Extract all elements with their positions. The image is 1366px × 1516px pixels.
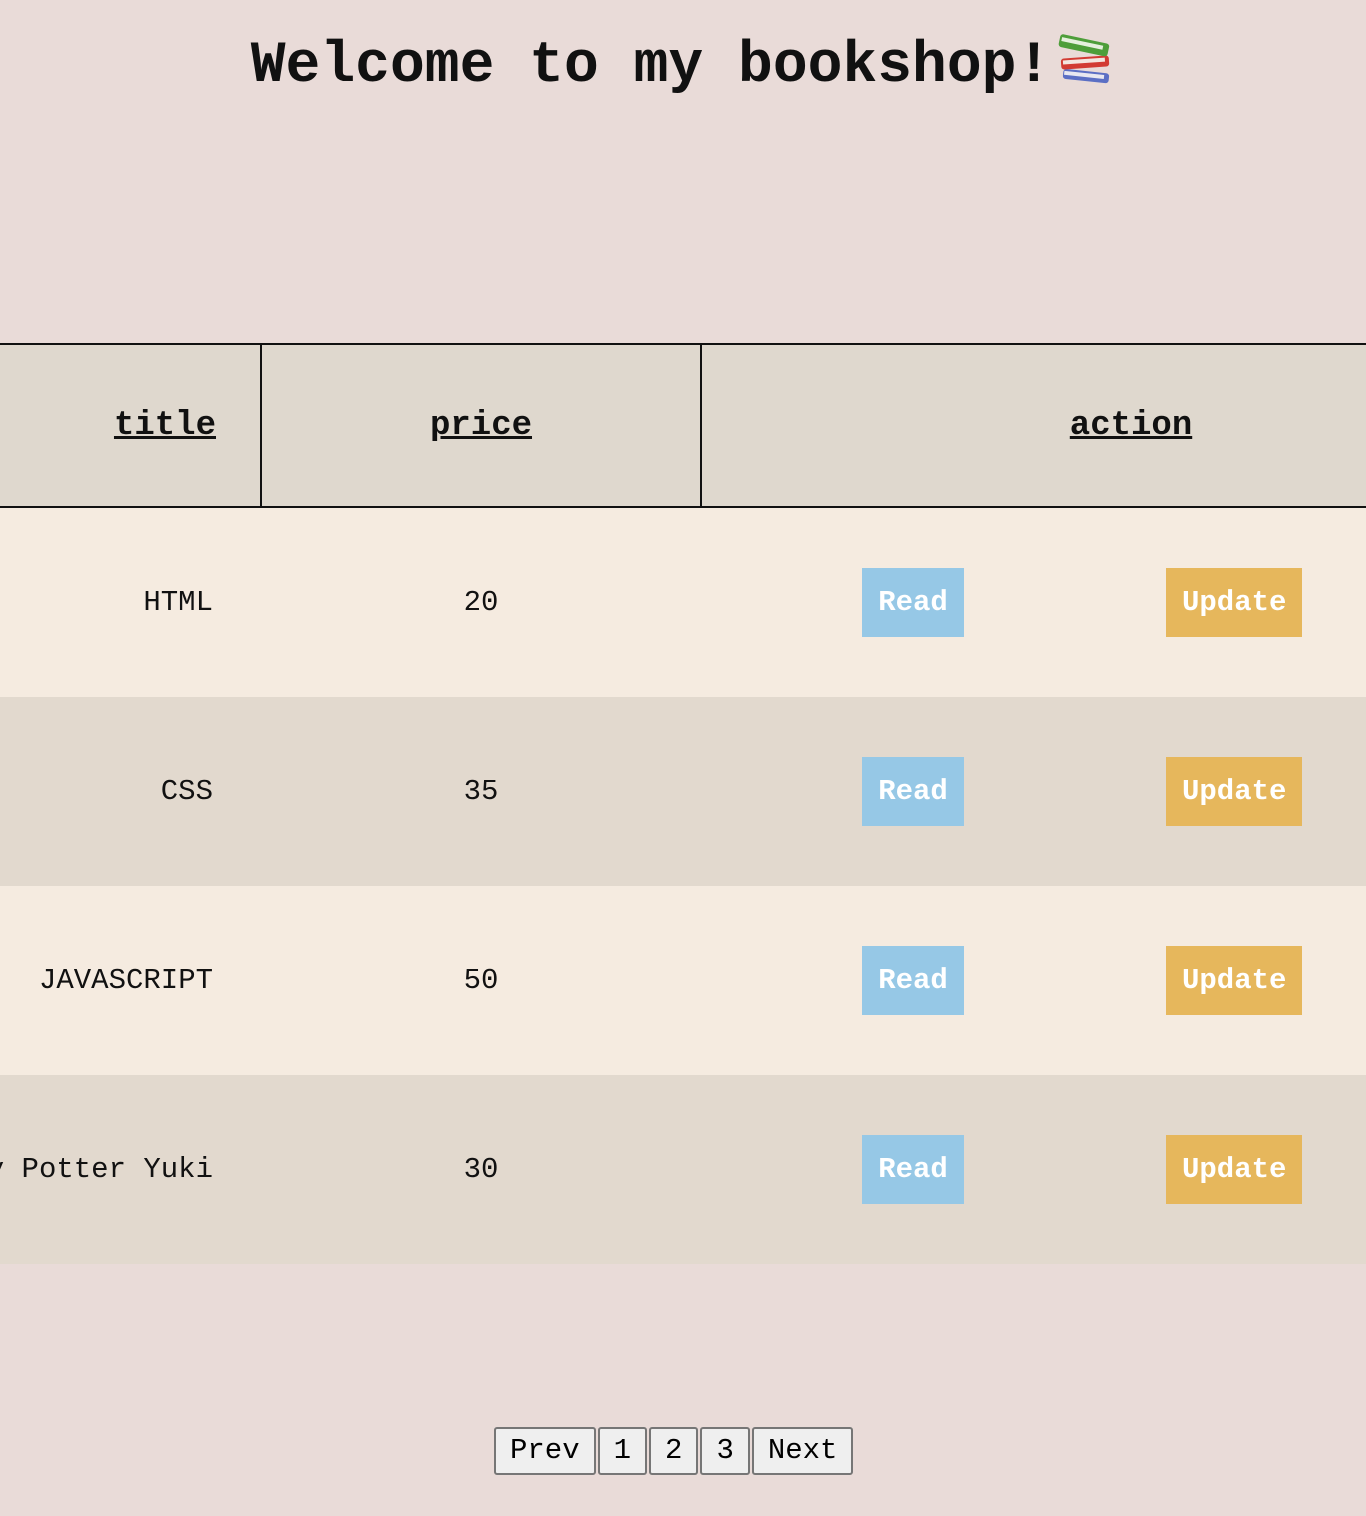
update-button[interactable]: Update [1166, 946, 1303, 1015]
table-row: HTML 20 Read Update [0, 507, 1366, 697]
read-button[interactable]: Read [862, 946, 964, 1015]
update-cell: Update [1125, 886, 1366, 1075]
pagination: Prev 1 2 3 Next [494, 1427, 854, 1475]
table-row: Harry Potter Yuki 30 Read Update [0, 1075, 1366, 1264]
read-cell: Read [701, 507, 1125, 697]
read-button[interactable]: Read [862, 568, 964, 637]
book-price-cell: 50 [261, 886, 701, 1075]
prev-page-button[interactable]: Prev [494, 1427, 596, 1475]
column-header-action: action [699, 343, 1366, 508]
book-price-cell: 20 [261, 507, 701, 697]
update-button[interactable]: Update [1166, 568, 1303, 637]
update-button[interactable]: Update [1166, 1135, 1303, 1204]
page-2-button[interactable]: 2 [649, 1427, 699, 1475]
books-table-container[interactable]: title price action HTML 20 Read Update C… [0, 343, 1366, 1267]
book-title-cell: Harry Potter Yuki [0, 1075, 261, 1264]
column-header-title[interactable]: title [0, 343, 262, 508]
page-title-text: Welcome to my bookshop! [250, 34, 1052, 99]
read-cell: Read [701, 1075, 1125, 1264]
read-cell: Read [701, 697, 1125, 886]
book-title-cell: HTML [0, 507, 261, 697]
books-icon [1058, 34, 1110, 84]
update-button[interactable]: Update [1166, 757, 1303, 826]
page-1-button[interactable]: 1 [597, 1427, 648, 1475]
update-cell: Update [1125, 1075, 1366, 1264]
read-button[interactable]: Read [862, 757, 964, 826]
update-cell: Update [1125, 697, 1366, 886]
page-title: Welcome to my bookshop! [0, 22, 1366, 112]
table-header-row: title price action [0, 343, 1366, 508]
book-price-cell: 30 [261, 1075, 701, 1264]
book-title-cell: CSS [0, 697, 261, 886]
update-cell: Update [1125, 507, 1366, 697]
books-table: title price action HTML 20 Read Update C… [0, 343, 1366, 1264]
column-header-price[interactable]: price [260, 343, 702, 508]
book-title-cell: JAVASCRIPT [0, 886, 261, 1075]
read-cell: Read [701, 886, 1125, 1075]
read-button[interactable]: Read [862, 1135, 964, 1204]
book-price-cell: 35 [261, 697, 701, 886]
table-row: JAVASCRIPT 50 Read Update [0, 886, 1366, 1075]
next-page-button[interactable]: Next [751, 1427, 854, 1475]
table-row: CSS 35 Read Update [0, 697, 1366, 886]
page-3-button[interactable]: 3 [700, 1427, 750, 1475]
